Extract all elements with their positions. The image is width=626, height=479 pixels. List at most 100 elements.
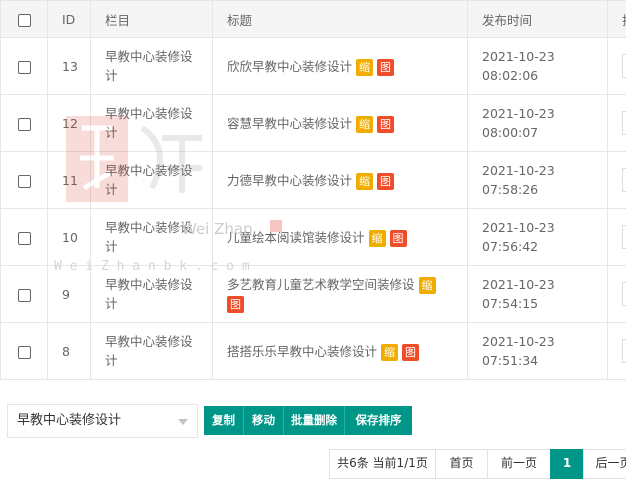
row-id: 9 [48,266,91,323]
row-published: 2021-10-2307:54:15 [468,266,608,323]
sort-input[interactable] [622,168,626,192]
article-table: ID 栏目 标题 发布时间 排 13早教中心装修设计欣欣早教中心装修设计缩图20… [0,0,626,380]
row-title-text[interactable]: 多艺教育儿童艺术教学空间装修设 [227,277,415,292]
row-sort-cell [608,209,626,266]
pager-current[interactable]: 1 [550,449,583,479]
row-category: 早教中心装修设计 [91,95,213,152]
row-select-cell[interactable] [1,152,48,209]
row-title[interactable]: 多艺教育儿童艺术教学空间装修设缩图 [213,266,468,323]
thumbnail-badge: 缩 [419,277,436,294]
row-date: 2021-10-23 [482,334,555,349]
header-published[interactable]: 发布时间 [468,1,608,38]
row-id: 11 [48,152,91,209]
select-all-checkbox[interactable] [18,14,31,27]
thumbnail-badge: 缩 [356,173,373,190]
sort-input[interactable] [622,282,626,306]
row-sort-cell [608,38,626,95]
move-button[interactable]: 移动 [244,406,284,435]
row-date: 2021-10-23 [482,106,555,121]
row-select-cell[interactable] [1,95,48,152]
row-select-cell[interactable] [1,323,48,380]
image-badge: 图 [227,296,244,313]
row-title[interactable]: 欣欣早教中心装修设计缩图 [213,38,468,95]
row-checkbox[interactable] [18,232,31,245]
row-title-text[interactable]: 儿童绘本阅读馆装修设计 [227,230,365,245]
pager-prev[interactable]: 前一页 [487,449,550,479]
thumbnail-badge: 缩 [369,230,386,247]
pager-next[interactable]: 后一页 [583,449,626,479]
table-row: 11早教中心装修设计力德早教中心装修设计缩图 2021-10-23 07:58:26 [1,152,626,209]
row-category-line2: 计 [105,68,118,83]
table-row: 8早教中心装修设计搭搭乐乐早教中心装修设计缩图2021-10-2307:51:3… [1,323,626,380]
row-title[interactable]: 力德早教中心装修设计缩图 [213,152,468,209]
row-title[interactable]: 搭搭乐乐早教中心装修设计缩图 [213,323,468,380]
row-category-line2: 计 [105,239,118,254]
row-select-cell[interactable] [1,266,48,323]
row-category: 早教中心装修设计 [91,323,213,380]
row-category-line2: 计 [105,125,118,140]
row-category: 早教中心装修设计 [91,38,213,95]
row-sort-cell [608,323,626,380]
row-category-line1: 早教中心装修设 [105,334,193,349]
row-category: 早教中心装修设计 [91,209,213,266]
row-published: 2021-10-23 08:00:07 [468,95,608,152]
row-title[interactable]: 儿童绘本阅读馆装修设计缩图 [213,209,468,266]
header-select-all[interactable] [1,1,48,38]
row-category-line1: 早教中心装修设 [105,106,193,121]
copy-button[interactable]: 复制 [204,406,244,435]
row-published: 2021-10-23 07:58:26 [468,152,608,209]
row-date: 2021-10-23 [482,163,555,178]
sort-input[interactable] [622,54,626,78]
save-sort-button[interactable]: 保存排序 [345,406,412,435]
image-badge: 图 [402,344,419,361]
row-category: 早教中心装修设计 [91,266,213,323]
image-badge: 图 [377,59,394,76]
batch-actions: 复制 移动 批量删除 保存排序 [204,406,412,435]
sort-input[interactable] [622,111,626,135]
category-select[interactable]: 早教中心装修设计 [7,404,198,438]
row-title[interactable]: 容慧早教中心装修设计缩图 [213,95,468,152]
table-row: 12早教中心装修设计容慧早教中心装修设计缩图2021-10-2308:00:07 [1,95,626,152]
row-published: 2021-10-2307:56:42 [468,209,608,266]
pager-summary: 共6条 当前1/1页 [329,449,435,479]
row-checkbox[interactable] [18,118,31,131]
row-id: 12 [48,95,91,152]
row-sort-cell [608,95,626,152]
row-title-text[interactable]: 搭搭乐乐早教中心装修设计 [227,344,377,359]
row-id: 13 [48,38,91,95]
row-checkbox[interactable] [18,61,31,74]
table-header-row: ID 栏目 标题 发布时间 排 [1,1,626,38]
row-checkbox[interactable] [18,346,31,359]
sort-input[interactable] [622,339,626,363]
thumbnail-badge: 缩 [381,344,398,361]
row-category-line1: 早教中心装修设 [105,49,193,64]
header-title[interactable]: 标题 [213,1,468,38]
header-sort[interactable]: 排 [608,1,626,38]
header-category[interactable]: 栏目 [91,1,213,38]
row-title-text[interactable]: 容慧早教中心装修设计 [227,116,352,131]
row-id: 10 [48,209,91,266]
row-category: 早教中心装修设计 [91,152,213,209]
row-time: 08:00:07 [482,125,538,140]
table-row: 10早教中心装修设计儿童绘本阅读馆装修设计缩图2021-10-2307:56:4… [1,209,626,266]
image-badge: 图 [377,116,394,133]
row-date: 2021-10-23 [482,49,555,64]
row-title-text[interactable]: 欣欣早教中心装修设计 [227,59,352,74]
row-sort-cell [608,266,626,323]
header-id[interactable]: ID [48,1,91,38]
thumbnail-badge: 缩 [356,116,373,133]
row-title-text[interactable]: 力德早教中心装修设计 [227,173,352,188]
row-id: 8 [48,323,91,380]
row-time: 07:58:26 [482,182,538,197]
row-select-cell[interactable] [1,38,48,95]
row-checkbox[interactable] [18,175,31,188]
batch-delete-button[interactable]: 批量删除 [284,406,345,435]
thumbnail-badge: 缩 [356,59,373,76]
row-checkbox[interactable] [18,289,31,302]
row-category-line2: 计 [105,353,118,368]
sort-input[interactable] [622,225,626,249]
row-date: 2021-10-23 [482,277,555,292]
table-row: 9早教中心装修设计多艺教育儿童艺术教学空间装修设缩图2021-10-2307:5… [1,266,626,323]
pager-first[interactable]: 首页 [435,449,487,479]
row-select-cell[interactable] [1,209,48,266]
